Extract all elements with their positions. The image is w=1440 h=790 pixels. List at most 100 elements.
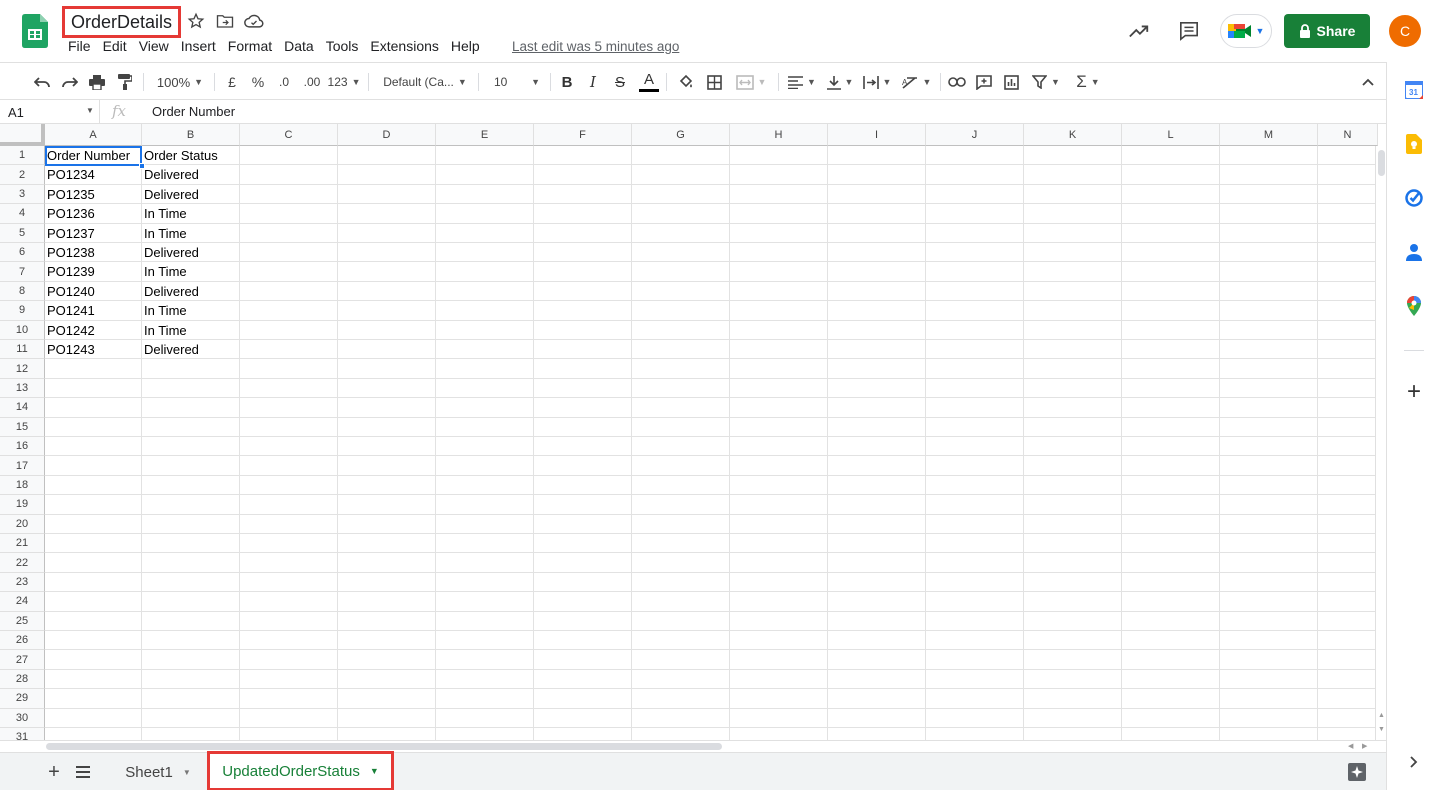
document-title[interactable]: OrderDetails <box>62 6 182 38</box>
print-icon[interactable] <box>85 63 109 101</box>
more-formats-button[interactable]: 123 ▼ <box>328 63 361 101</box>
calendar-icon[interactable]: 31 <box>1404 80 1424 100</box>
all-sheets-icon[interactable] <box>74 753 92 790</box>
menu-tools[interactable]: Tools <box>326 38 359 54</box>
column-header[interactable]: H <box>730 124 828 146</box>
column-header[interactable]: F <box>534 124 632 146</box>
explore-icon[interactable] <box>1346 753 1368 790</box>
row-header[interactable]: 5 <box>0 223 45 243</box>
tasks-icon[interactable] <box>1404 188 1424 208</box>
increase-decimal-button[interactable]: .00 <box>299 63 325 101</box>
table-cell[interactable]: PO1237 <box>45 224 142 243</box>
select-all-corner[interactable] <box>0 124 45 146</box>
table-cell[interactable]: Delivered <box>142 340 240 359</box>
column-header[interactable]: M <box>1220 124 1318 146</box>
sheets-logo-icon[interactable] <box>22 14 48 48</box>
filter-icon[interactable]: ▼ <box>1028 63 1064 101</box>
row-header[interactable]: 11 <box>0 340 45 360</box>
cell-area[interactable]: Order Number Order Status PO1234 Delivered P… <box>45 146 1378 740</box>
last-edit-link[interactable]: Last edit was 5 minutes ago <box>512 39 679 54</box>
column-header[interactable]: J <box>926 124 1024 146</box>
table-cell[interactable]: In Time <box>142 262 240 281</box>
chevron-right-icon[interactable] <box>1404 752 1424 772</box>
row-header[interactable]: 2 <box>0 165 45 185</box>
row-header[interactable]: 9 <box>0 301 45 321</box>
font-family-select[interactable]: Default (Ca... ▼ <box>380 63 470 101</box>
column-header[interactable]: K <box>1024 124 1122 146</box>
row-header[interactable]: 15 <box>0 417 45 437</box>
italic-button[interactable]: I <box>584 63 602 101</box>
add-sheet-icon[interactable]: + <box>46 753 62 790</box>
table-cell[interactable]: PO1235 <box>45 185 142 204</box>
menu-format[interactable]: Format <box>228 38 272 54</box>
row-header[interactable]: 20 <box>0 514 45 534</box>
sheet-tab-updatedorderstatus[interactable]: UpdatedOrderStatus ▼ <box>207 751 394 790</box>
percent-format-button[interactable]: % <box>248 63 268 101</box>
table-cell[interactable]: In Time <box>142 321 240 340</box>
row-header[interactable]: 19 <box>0 495 45 515</box>
table-cell[interactable]: In Time <box>142 224 240 243</box>
table-cell[interactable]: PO1239 <box>45 262 142 281</box>
row-header[interactable]: 13 <box>0 378 45 399</box>
avatar[interactable]: C <box>1389 15 1421 47</box>
column-header[interactable]: A <box>45 124 142 146</box>
row-header[interactable]: 25 <box>0 611 45 631</box>
table-cell[interactable]: Delivered <box>142 185 240 204</box>
table-cell[interactable]: Delivered <box>142 243 240 262</box>
get-addons-icon[interactable]: + <box>1404 378 1424 405</box>
functions-button[interactable]: Σ ▼ <box>1070 63 1106 101</box>
table-cell[interactable]: In Time <box>142 204 240 223</box>
row-header[interactable]: 22 <box>0 553 45 573</box>
currency-format-button[interactable]: £ <box>222 63 242 101</box>
menu-insert[interactable]: Insert <box>181 38 216 54</box>
insert-comment-icon[interactable] <box>973 63 995 101</box>
move-folder-icon[interactable] <box>215 12 235 30</box>
star-icon[interactable] <box>186 12 206 30</box>
fill-handle[interactable] <box>139 163 145 169</box>
row-header[interactable]: 23 <box>0 572 45 593</box>
strikethrough-button[interactable]: S <box>611 63 629 101</box>
scroll-left-icon[interactable]: ◀ <box>1348 742 1353 750</box>
scroll-right-icon[interactable]: ▶ <box>1362 742 1367 750</box>
sheet-tab-sheet1[interactable]: Sheet1 ▼ <box>112 753 204 790</box>
column-header[interactable]: L <box>1122 124 1220 146</box>
column-header[interactable]: C <box>240 124 338 146</box>
activity-trend-icon[interactable] <box>1126 14 1152 48</box>
comments-icon[interactable] <box>1176 14 1202 48</box>
row-header[interactable]: 26 <box>0 631 45 651</box>
row-header[interactable]: 7 <box>0 262 45 282</box>
fill-color-icon[interactable] <box>676 63 696 101</box>
horizontal-scroll-thumb[interactable] <box>46 743 722 750</box>
row-header[interactable]: 21 <box>0 534 45 554</box>
column-header[interactable]: G <box>632 124 730 146</box>
table-cell[interactable]: Order Status <box>142 146 240 165</box>
table-cell[interactable]: PO1240 <box>45 282 142 301</box>
font-size-select[interactable]: 10 ▼ <box>486 63 544 101</box>
name-box[interactable]: A1 ▼ <box>0 100 100 124</box>
keep-icon[interactable] <box>1404 134 1424 154</box>
row-header[interactable]: 29 <box>0 689 45 709</box>
table-cell[interactable]: PO1241 <box>45 301 142 320</box>
undo-icon[interactable] <box>30 63 54 101</box>
table-cell[interactable]: PO1238 <box>45 243 142 262</box>
selected-cell[interactable] <box>45 146 142 166</box>
row-header[interactable]: 18 <box>0 475 45 496</box>
menu-extensions[interactable]: Extensions <box>370 38 438 54</box>
merge-cells-icon[interactable]: ▼ <box>732 63 770 101</box>
row-header[interactable]: 1 <box>0 146 45 166</box>
bold-button[interactable]: B <box>558 63 576 101</box>
row-header[interactable]: 27 <box>0 650 45 670</box>
paint-format-icon[interactable] <box>113 63 137 101</box>
spreadsheet-grid[interactable]: ABCDEFGHIJKLMN 1 2 3 4 5 6 7 8 9 10 11 12 13 14 15 16 17… <box>0 124 1386 740</box>
menu-file[interactable]: File <box>68 38 91 54</box>
horizontal-align-icon[interactable]: ▼ <box>786 63 818 101</box>
decrease-decimal-button[interactable]: .0 <box>273 63 295 101</box>
vertical-align-icon[interactable]: ▼ <box>824 63 856 101</box>
insert-chart-icon[interactable] <box>1000 63 1022 101</box>
row-header[interactable]: 12 <box>0 359 45 379</box>
formula-input[interactable]: Order Number <box>152 104 235 119</box>
contacts-icon[interactable] <box>1404 242 1424 262</box>
row-header[interactable]: 31 <box>0 728 45 740</box>
column-header[interactable]: D <box>338 124 436 146</box>
column-header[interactable]: I <box>828 124 926 146</box>
